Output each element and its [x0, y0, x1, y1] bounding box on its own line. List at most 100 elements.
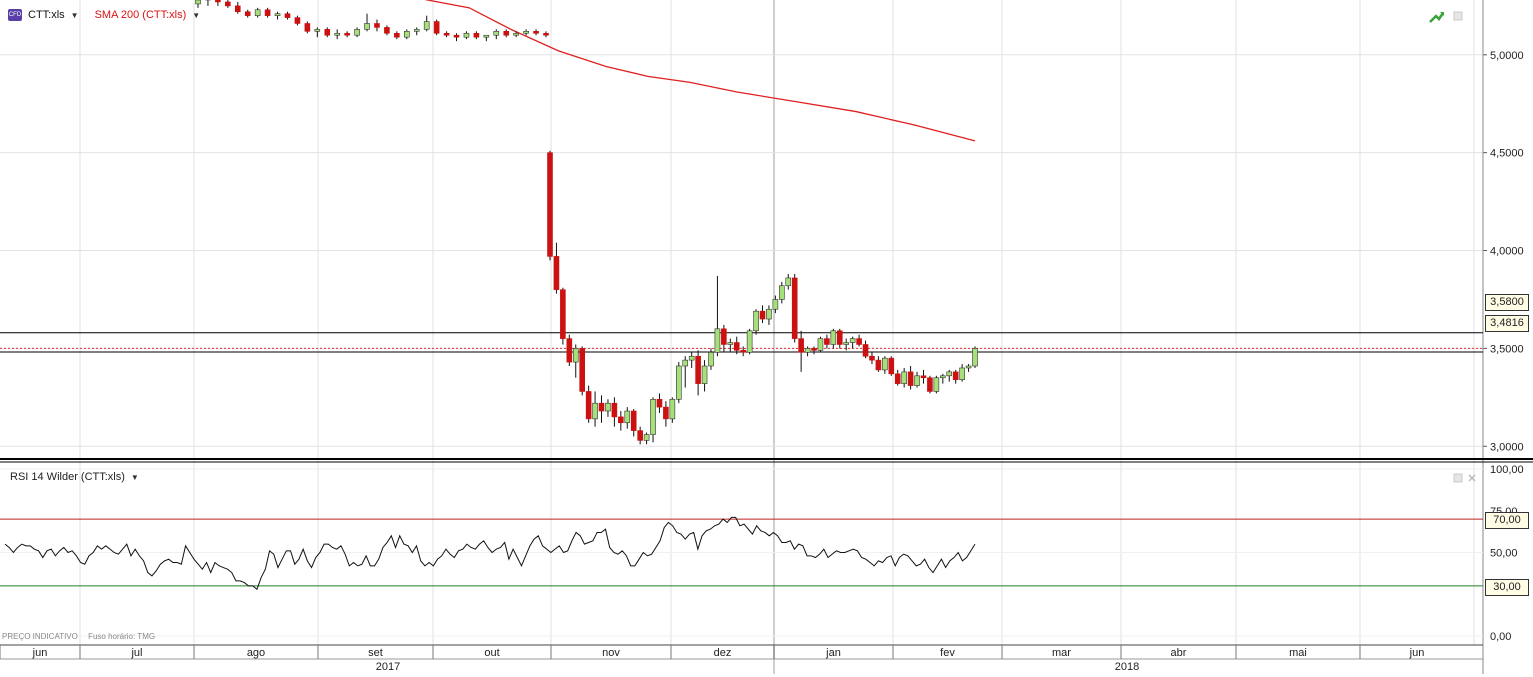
- candle-up: [901, 371, 907, 384]
- candle-down: [869, 355, 875, 361]
- candle-down: [215, 0, 221, 3]
- candle-up: [592, 402, 598, 420]
- candle-down: [394, 32, 400, 38]
- candle-up: [830, 330, 837, 345]
- price-tick-label: 4,5000: [1490, 148, 1524, 160]
- candle-up: [766, 308, 772, 320]
- candle-up: [849, 338, 856, 343]
- candle-up: [914, 375, 920, 386]
- candle-down: [294, 17, 301, 24]
- candle-up: [946, 371, 953, 377]
- sma-200-line: [424, 0, 976, 142]
- candle-up: [523, 31, 529, 34]
- price-legend[interactable]: CFD CTT:xls ▼ SMA 200 (CTT:xls) ▼: [8, 9, 200, 21]
- candle-down: [618, 416, 624, 424]
- candle-up: [650, 398, 656, 435]
- candle-down: [952, 371, 959, 381]
- rsi-legend[interactable]: RSI 14 Wilder (CTT:xls) ▼: [10, 471, 139, 483]
- candle-up: [933, 377, 940, 392]
- trend-arrow-icon[interactable]: [1428, 9, 1446, 25]
- candle-up: [714, 328, 721, 353]
- rsi-tag-upper: 70,00: [1485, 512, 1529, 529]
- candle-down: [598, 402, 605, 412]
- price-tick-label: 4,0000: [1490, 246, 1524, 258]
- candle-down: [244, 11, 251, 16]
- indicative-price-note: PREÇO INDICATIVO: [2, 632, 78, 641]
- candle-down: [553, 256, 560, 290]
- price-tick-label: 3,0000: [1490, 441, 1524, 453]
- candle-up: [413, 29, 420, 32]
- candle-down: [547, 152, 553, 257]
- x-month-label: out: [484, 647, 499, 659]
- timezone-note: Fuso horário: TMG: [88, 632, 156, 641]
- rsi-label[interactable]: RSI 14 Wilder (CTT:xls): [10, 471, 125, 483]
- candle-down: [344, 32, 350, 36]
- candle-down: [824, 338, 830, 345]
- candle-down: [656, 398, 663, 408]
- candle-down: [443, 32, 450, 36]
- candle-down: [473, 32, 480, 38]
- candle-up: [688, 355, 695, 361]
- candle-down: [836, 330, 843, 345]
- x-month-label: dez: [714, 647, 732, 659]
- x-month-label: abr: [1171, 647, 1187, 659]
- x-month-label: jun: [1409, 647, 1425, 659]
- candle-down: [579, 348, 585, 392]
- candle-down: [560, 289, 566, 339]
- panel-close-icon[interactable]: [1467, 473, 1477, 483]
- panel-maximize-icon[interactable]: [1453, 11, 1463, 21]
- rsi-maximize-icon[interactable]: [1453, 473, 1463, 483]
- year-label-2017: 2017: [376, 661, 400, 673]
- price-tick-label: 3,5000: [1490, 343, 1524, 355]
- chart-workspace[interactable]: 3,0000 3,5000 4,0000 4,5000 5,0000 0,00 50,00 7…: [0, 0, 1533, 674]
- candle-down: [324, 29, 331, 36]
- candle-up: [779, 285, 785, 300]
- x-month-label: nov: [602, 647, 620, 659]
- candle-up: [727, 342, 734, 345]
- candle-up: [334, 32, 341, 36]
- rsi-tick-label: 50,00: [1490, 548, 1518, 560]
- candle-down: [585, 391, 592, 420]
- candle-down: [798, 338, 804, 353]
- candle-down: [637, 430, 643, 441]
- candle-up: [572, 348, 579, 363]
- ticker-label[interactable]: CTT:xls: [28, 9, 65, 21]
- candle-down: [888, 357, 895, 375]
- candle-up: [493, 31, 500, 36]
- candle-down: [264, 9, 271, 16]
- candle-up: [643, 434, 650, 441]
- candle-up: [364, 23, 370, 30]
- footer-note: PREÇO INDICATIVO Fuso horário: TMG: [2, 632, 163, 641]
- candle-up: [785, 277, 792, 287]
- candle-up: [682, 359, 689, 367]
- candle-down: [927, 377, 933, 392]
- candle-up: [254, 9, 261, 16]
- chart-canvas[interactable]: 3,0000 3,5000 4,0000 4,5000 5,0000 0,00 50,00 7…: [0, 0, 1533, 674]
- candle-up: [701, 365, 708, 384]
- candle-down: [791, 277, 798, 339]
- rsi-dropdown-icon[interactable]: ▼: [131, 473, 139, 482]
- ticker-dropdown-icon[interactable]: ▼: [71, 11, 79, 20]
- cfd-badge-icon: CFD: [8, 9, 22, 21]
- candle-up: [624, 410, 631, 424]
- sma-dropdown-icon[interactable]: ▼: [192, 11, 200, 20]
- candle-down: [284, 13, 291, 18]
- candle-down: [721, 328, 727, 345]
- x-month-label: mai: [1289, 647, 1307, 659]
- candle-down: [894, 373, 901, 384]
- candle-down: [695, 355, 701, 384]
- candle-up: [463, 32, 470, 38]
- candle-down: [630, 410, 637, 431]
- candle-up: [513, 32, 519, 36]
- candle-up: [959, 367, 965, 381]
- sma-label[interactable]: SMA 200 (CTT:xls): [95, 9, 187, 21]
- candle-down: [533, 31, 539, 34]
- candle-down: [611, 402, 618, 418]
- x-month-label: jan: [825, 647, 841, 659]
- candle-down: [811, 348, 817, 351]
- candle-up: [940, 375, 946, 379]
- x-month-label: jun: [32, 647, 48, 659]
- candle-up: [882, 357, 888, 371]
- candle-down: [374, 23, 380, 28]
- candle-down: [503, 31, 510, 36]
